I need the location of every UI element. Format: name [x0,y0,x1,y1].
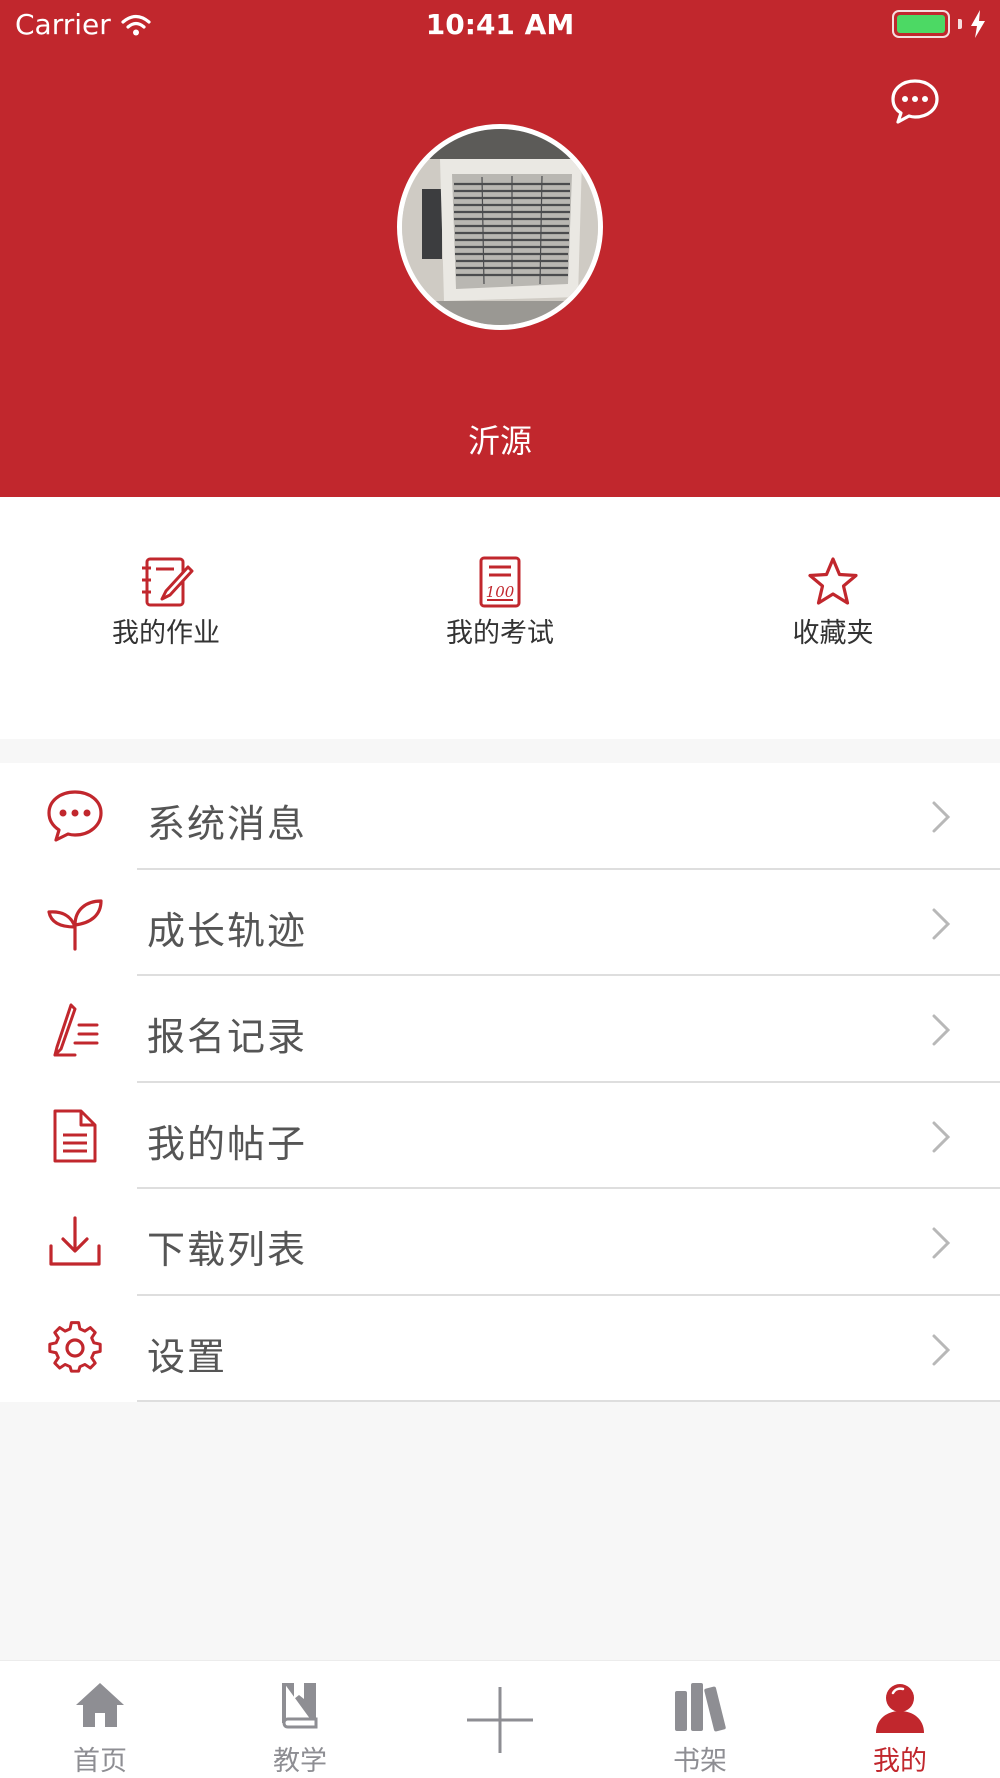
download-icon [49,1216,101,1266]
status-bar: Carrier 10:41 AM [0,0,1000,50]
menu-item-label: 成长轨迹 [147,908,308,953]
svg-text:100: 100 [486,583,515,601]
username: 沂源 [467,422,532,460]
chevron-right-icon [932,908,951,939]
tab-home[interactable]: 首页 [0,1661,200,1778]
menu-item-registration-records[interactable]: 报名记录 [0,976,1000,1083]
menu-item-label: 系统消息 [147,802,308,846]
tab-add[interactable] [400,1661,600,1778]
divider [137,1400,1000,1402]
sprout-icon [47,898,103,951]
menu-item-my-posts[interactable]: 我的帖子 [0,1083,1000,1189]
menu-item-settings[interactable]: 设置 [0,1296,1000,1402]
quick-action-homework[interactable]: 我的作业 [66,555,266,650]
menu-item-label: 我的帖子 [147,1121,308,1166]
pen-list-icon [53,1003,99,1057]
settings-menu: 系统消息 成长轨迹 报名记录 我的帖子 下载列表 设置 [0,763,1000,1402]
avatar-photo [402,129,598,325]
chevron-right-icon [932,1014,951,1046]
battery-body [892,10,950,38]
tab-teaching[interactable]: 教学 [200,1661,400,1778]
quick-action-label: 我的考试 [446,618,554,649]
plus-icon [467,1687,533,1753]
quick-action-label: 收藏夹 [792,618,874,649]
tab-label: 教学 [273,1746,327,1777]
chevron-right-icon [932,801,951,833]
bookshelf-icon [675,1683,726,1732]
menu-item-system-messages[interactable]: 系统消息 [0,763,1000,870]
menu-item-label: 下载列表 [147,1228,308,1272]
tab-label: 书架 [673,1746,727,1777]
quick-action-favorites[interactable]: 收藏夹 [733,555,933,650]
gear-icon [48,1320,102,1373]
quick-action-exam[interactable]: 100 我的考试 [400,555,600,650]
clock: 10:41 AM [425,8,575,41]
menu-item-label: 设置 [147,1334,228,1379]
menu-item-download-list[interactable]: 下载列表 [0,1189,1000,1296]
messages-button[interactable] [890,78,940,124]
quick-action-label: 我的作业 [112,618,220,649]
menu-item-label: 报名记录 [147,1015,308,1059]
tab-mine[interactable]: 我的 [800,1661,1000,1778]
document-icon [53,1109,97,1162]
chevron-right-icon [932,1227,951,1259]
avatar[interactable] [397,124,603,330]
notebook-pen-icon [142,557,194,607]
battery-level [897,15,945,33]
menu-item-growth-track[interactable]: 成长轨迹 [0,870,1000,976]
battery-tip [958,19,962,29]
battery-full-charging-icon [892,10,986,38]
exam-paper-icon: 100 [479,556,521,608]
tab-bar: 首页 教学 书架 我的 [0,1660,1000,1778]
home-icon [76,1683,124,1727]
tab-bookshelf[interactable]: 书架 [600,1661,800,1778]
chat-bubble-icon [47,790,103,842]
tab-label: 首页 [73,1746,127,1777]
tab-label: 我的 [873,1746,927,1777]
chat-bubble-icon [891,79,939,124]
book-icon [282,1683,318,1729]
charging-bolt-icon [971,10,985,38]
quick-actions: 我的作业 100 我的考试 收藏夹 [0,497,1000,739]
chevron-right-icon [932,1121,951,1152]
chevron-right-icon [932,1334,951,1365]
profile-header: Carrier 10:41 AM 沂源 [0,0,1000,497]
user-icon [876,1684,924,1733]
star-icon [808,557,858,605]
